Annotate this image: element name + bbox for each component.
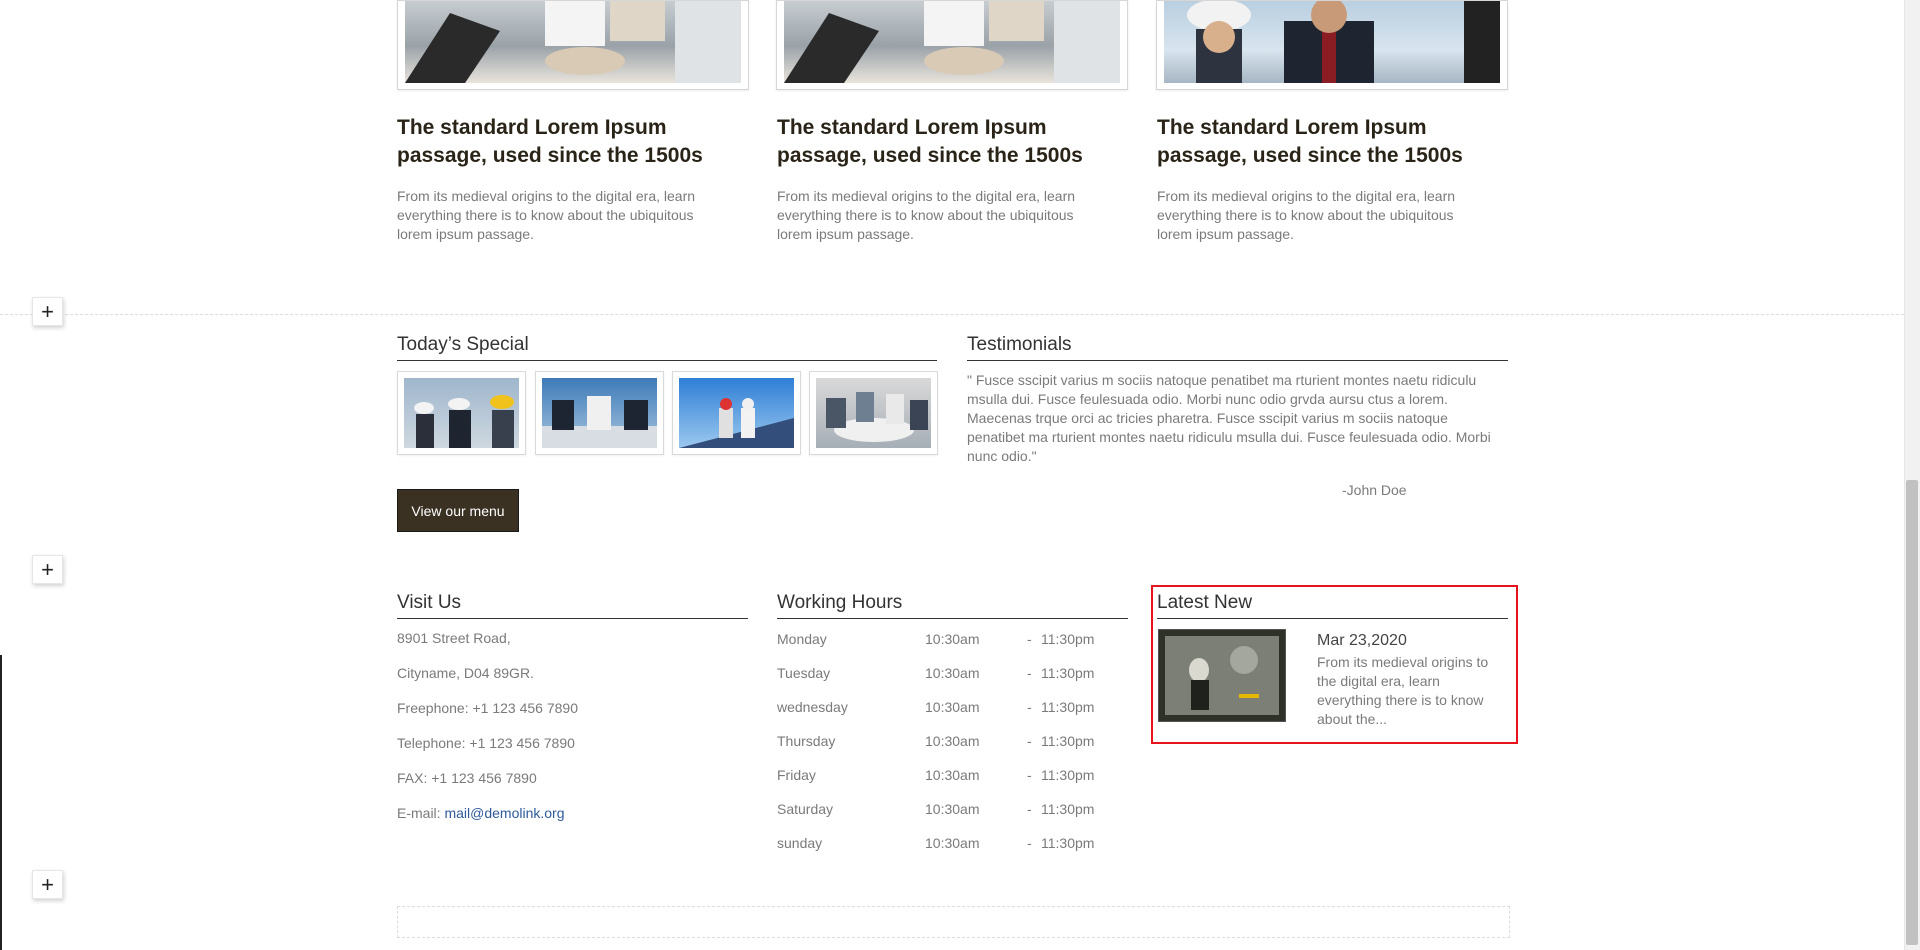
hours-row: Monday 10:30am - 11:30pm (777, 631, 1128, 649)
view-menu-button[interactable]: View our menu (397, 489, 519, 532)
testimonial-author: -John Doe (1342, 482, 1407, 498)
special-thumb-1[interactable] (397, 371, 526, 455)
card-title-3[interactable]: The standard Lorem Ipsum passage, used s… (1157, 114, 1487, 170)
news-title: Latest New (1157, 591, 1508, 619)
hours-dash: - (1027, 665, 1032, 681)
hours-open: 10:30am (925, 631, 980, 647)
hours-close: 11:30pm (1041, 665, 1095, 681)
hours-close: 11:30pm (1041, 767, 1095, 783)
card-title-1[interactable]: The standard Lorem Ipsum passage, used s… (397, 114, 727, 170)
address-line-1: 8901 Street Road, (397, 630, 511, 646)
hours-row: Saturday 10:30am - 11:30pm (777, 801, 1128, 819)
hours-dash: - (1027, 733, 1032, 749)
card-text-3: From its medieval origins to the digital… (1157, 188, 1456, 242)
email-line: E-mail: mail@demolink.org (397, 805, 565, 821)
email-link[interactable]: mail@demolink.org (444, 805, 564, 821)
hours-dash: - (1027, 699, 1032, 715)
special-thumb-3[interactable] (672, 371, 801, 455)
hours-dash: - (1027, 835, 1032, 851)
hours-row: Friday 10:30am - 11:30pm (777, 767, 1128, 785)
testimonial-quote: " Fusce sscipit varius m sociis natoque … (967, 372, 1491, 464)
section-separator (0, 314, 1904, 315)
hours-day: wednesday (777, 699, 848, 715)
address-line-2: Cityname, D04 89GR. (397, 665, 534, 681)
hours-day: Thursday (777, 733, 836, 749)
card-image-2 (776, 0, 1128, 90)
news-excerpt[interactable]: From its medieval origins to the digital… (1317, 653, 1502, 729)
hours-day: Friday (777, 767, 816, 783)
hours-close: 11:30pm (1041, 835, 1095, 851)
hours-dash: - (1027, 767, 1032, 783)
add-section-button-2[interactable]: + (32, 555, 63, 584)
bottom-placeholder (397, 906, 1510, 938)
hours-close: 11:30pm (1041, 733, 1095, 749)
add-section-button-1[interactable]: + (32, 297, 63, 326)
scrollbar-thumb[interactable] (1906, 480, 1918, 945)
hours-dash: - (1027, 801, 1032, 817)
hours-open: 10:30am (925, 699, 980, 715)
visit-title: Visit Us (397, 591, 748, 619)
news-thumbnail[interactable] (1158, 629, 1286, 722)
hours-day: sunday (777, 835, 823, 851)
special-thumb-2[interactable] (535, 371, 664, 455)
hours-title: Working Hours (777, 591, 1128, 619)
card-text-2: From its medieval origins to the digital… (777, 188, 1076, 242)
card-title-2[interactable]: The standard Lorem Ipsum passage, used s… (777, 114, 1107, 170)
hours-open: 10:30am (925, 801, 980, 817)
hours-close: 11:30pm (1041, 631, 1095, 647)
testimonials-title: Testimonials (967, 333, 1508, 361)
fax: FAX: +1 123 456 7890 (397, 770, 537, 786)
add-section-button-3[interactable]: + (32, 870, 63, 899)
hours-row: sunday 10:30am - 11:30pm (777, 835, 1128, 853)
left-edge-strip (0, 655, 2, 950)
hours-open: 10:30am (925, 733, 980, 749)
hours-open: 10:30am (925, 767, 980, 783)
telephone: Telephone: +1 123 456 7890 (397, 735, 575, 751)
special-thumb-4[interactable] (809, 371, 938, 455)
hours-row: Thursday 10:30am - 11:30pm (777, 733, 1128, 751)
freephone: Freephone: +1 123 456 7890 (397, 700, 578, 716)
card-image-3 (1156, 0, 1508, 90)
card-text-1: From its medieval origins to the digital… (397, 188, 696, 242)
email-label: E-mail: (397, 805, 441, 821)
news-date: Mar 23,2020 (1317, 632, 1407, 649)
hours-dash: - (1027, 631, 1032, 647)
hours-close: 11:30pm (1041, 801, 1095, 817)
special-title: Today’s Special (397, 333, 937, 361)
hours-row: Tuesday 10:30am - 11:30pm (777, 665, 1128, 683)
hours-day: Monday (777, 631, 827, 647)
hours-open: 10:30am (925, 665, 980, 681)
hours-row: wednesday 10:30am - 11:30pm (777, 699, 1128, 717)
hours-open: 10:30am (925, 835, 980, 851)
hours-day: Tuesday (777, 665, 831, 681)
hours-close: 11:30pm (1041, 699, 1095, 715)
card-image-1 (397, 0, 749, 90)
hours-day: Saturday (777, 801, 834, 817)
